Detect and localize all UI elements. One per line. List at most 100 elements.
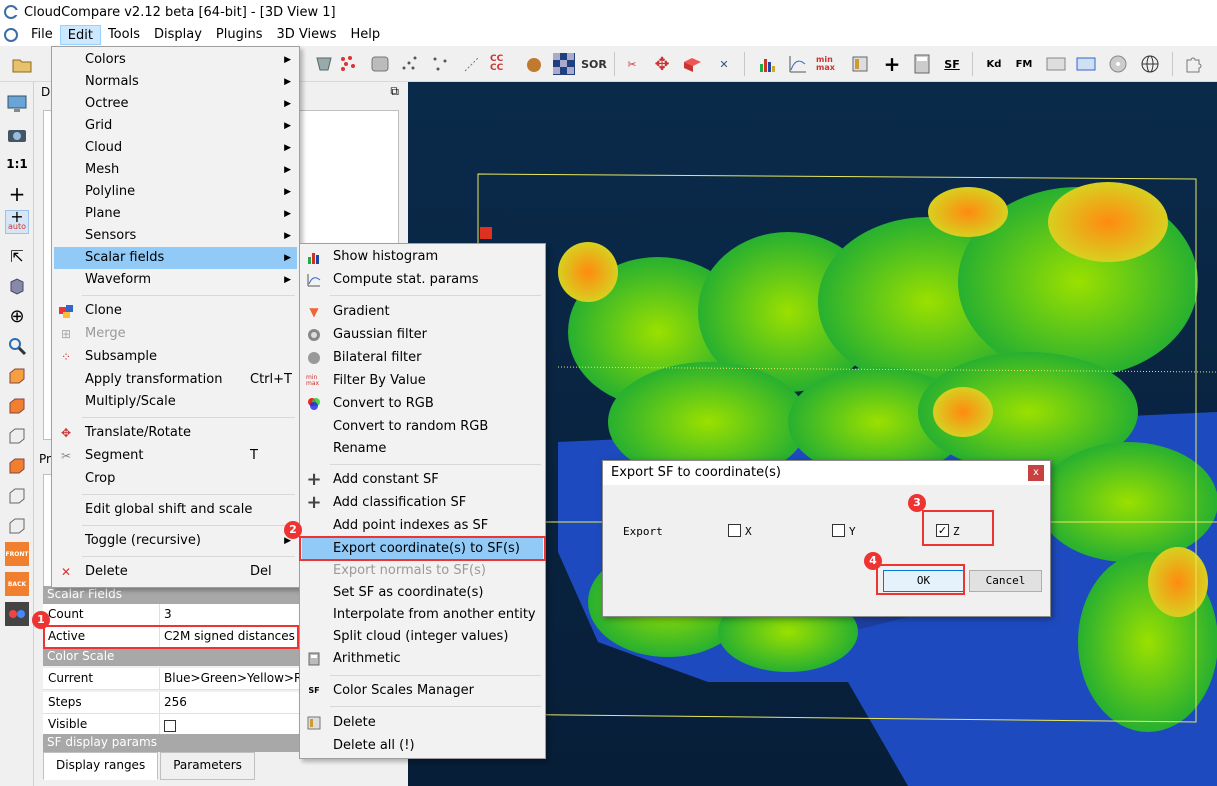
perspective-icon[interactable] [5, 274, 29, 298]
menu-item-export-normals-to-sf[interactable]: Export normals to SF(s) [302, 560, 543, 582]
steps-spinbox[interactable]: 256 [160, 692, 300, 713]
menu-item-sf-delete-all[interactable]: Delete all (!) [302, 735, 543, 757]
menu-item-compute-stat-params[interactable]: Compute stat. params [302, 269, 543, 291]
fruit-icon[interactable] [522, 52, 546, 76]
menu-item-split-cloud[interactable]: Split cloud (integer values) [302, 626, 543, 648]
noise-filter-icon[interactable] [428, 52, 452, 76]
point-cloud-icon[interactable] [398, 52, 422, 76]
tab-parameters[interactable]: Parameters [160, 752, 255, 780]
menu-item-interpolate[interactable]: Interpolate from another entity [302, 604, 543, 626]
tab-display-ranges[interactable]: Display ranges [43, 752, 159, 780]
menu-edit[interactable]: Edit [59, 25, 101, 45]
view-iso1-icon[interactable] [5, 364, 29, 388]
calculator-icon[interactable] [910, 52, 934, 76]
menu-help[interactable]: Help [344, 25, 388, 45]
menu-display[interactable]: Display [147, 25, 209, 45]
zoom-icon[interactable] [5, 334, 29, 358]
undock-icon[interactable]: ⧉ [390, 84, 399, 99]
menu-item-normals[interactable]: Normals ▶ [54, 71, 297, 93]
menu-item-multiply-scale[interactable]: Multiply/Scale [54, 391, 297, 413]
menu-item-segment[interactable]: ✂ Segment T [54, 445, 297, 467]
translate-icon[interactable]: ✥ [650, 52, 674, 76]
menu-item-add-classification-sf[interactable]: + Add classification SF [302, 492, 543, 514]
view-left-icon[interactable] [5, 454, 29, 478]
csv-icon[interactable] [1074, 52, 1098, 76]
menu-item-waveform[interactable]: Waveform ▶ [54, 269, 297, 291]
menu-item-gradient[interactable]: ▼ Gradient [302, 301, 543, 323]
menu-plugins[interactable]: Plugins [209, 25, 270, 45]
pivot-icon[interactable]: + [5, 182, 29, 206]
view-iso2-icon[interactable] [5, 394, 29, 418]
menu-item-plane[interactable]: Plane ▶ [54, 203, 297, 225]
menu-item-show-histogram[interactable]: Show histogram [302, 246, 543, 268]
stat-params-icon[interactable] [786, 52, 810, 76]
menu-item-colors[interactable]: Colors ▶ [54, 49, 297, 71]
sf-arithmetic-icon[interactable] [848, 52, 872, 76]
subsample-icon[interactable] [336, 52, 360, 76]
disc-icon[interactable] [1106, 52, 1130, 76]
menu-item-delete[interactable]: ✕ Delete Del [54, 561, 297, 583]
menu-item-crop[interactable]: Crop [54, 468, 297, 490]
normals-icon[interactable] [312, 52, 336, 76]
view-back-button[interactable]: BACK [5, 572, 29, 596]
view-bottom-icon[interactable] [5, 514, 29, 538]
menu-item-apply-transformation[interactable]: Apply transformation Ctrl+T [54, 369, 297, 391]
histogram-icon[interactable] [756, 52, 780, 76]
rotation-axis-icon[interactable]: ⇱ [5, 244, 29, 268]
menu-item-gaussian-filter[interactable]: Gaussian filter [302, 324, 543, 346]
menu-item-set-sf-as-coordinates[interactable]: Set SF as coordinate(s) [302, 582, 543, 604]
kdtree-icon[interactable]: Kd [982, 52, 1006, 76]
sor-filter-icon[interactable]: SOR [581, 52, 607, 76]
menu-item-polyline[interactable]: Polyline ▶ [54, 181, 297, 203]
sample-points-icon[interactable] [368, 52, 392, 76]
camera-icon[interactable] [5, 122, 29, 146]
plugin-puzzle-icon[interactable] [1182, 52, 1206, 76]
stereo-icon[interactable] [5, 602, 29, 626]
view-front-button[interactable]: FRONT [5, 542, 29, 566]
cancel-button[interactable]: Cancel [969, 570, 1042, 592]
menu-item-merge[interactable]: ⊞ Merge [54, 323, 297, 345]
menu-file[interactable]: File [24, 25, 60, 45]
connected-components-icon[interactable] [460, 52, 484, 76]
menu-item-color-scales-manager[interactable]: SF Color Scales Manager [302, 680, 543, 702]
color-scale-select[interactable]: Blue>Green>Yellow>Re [160, 668, 300, 689]
menu-item-filter-by-value[interactable]: min max Filter By Value [302, 370, 543, 392]
menu-item-rename[interactable]: Rename [302, 438, 543, 460]
display-icon[interactable] [5, 92, 29, 116]
zoom-1-1-button[interactable]: 1:1 [5, 152, 29, 176]
menu-item-cloud[interactable]: Cloud ▶ [54, 137, 297, 159]
menu-item-convert-to-random-rgb[interactable]: Convert to random RGB [302, 416, 543, 438]
menu-item-sf-delete[interactable]: Delete [302, 712, 543, 734]
clipping-box-icon[interactable] [680, 52, 704, 76]
auto-pivot-button[interactable]: + auto [5, 209, 29, 234]
export-icon[interactable] [1044, 52, 1068, 76]
menu-item-octree[interactable]: Octree ▶ [54, 93, 297, 115]
menu-item-subsample[interactable]: ⁘ Subsample [54, 346, 297, 368]
menu-item-toggle-recursive[interactable]: Toggle (recursive) ▶ [54, 530, 297, 552]
dialog-close-button[interactable]: x [1028, 465, 1044, 481]
filter-by-value-icon[interactable]: min max [816, 52, 840, 76]
menu-item-arithmetic[interactable]: Arithmetic [302, 648, 543, 670]
checkerboard-icon[interactable] [552, 52, 576, 76]
add-icon[interactable]: + [880, 52, 904, 76]
menu-item-grid[interactable]: Grid ▶ [54, 115, 297, 137]
scissors-icon[interactable]: ✂ [620, 52, 644, 76]
x-checkbox[interactable] [728, 524, 741, 537]
menu-tools[interactable]: Tools [101, 25, 147, 45]
menu-item-mesh[interactable]: Mesh ▶ [54, 159, 297, 181]
menu-item-sensors[interactable]: Sensors ▶ [54, 225, 297, 247]
menu-item-translate-rotate[interactable]: ✥ Translate/Rotate [54, 422, 297, 444]
menu-item-add-point-indexes[interactable]: Add point indexes as SF [302, 515, 543, 537]
color-compare-icon[interactable]: CC CC [490, 52, 514, 76]
menu-item-clone[interactable]: Clone [54, 300, 297, 322]
fast-marching-icon[interactable]: FM [1012, 52, 1036, 76]
sf-manager-icon[interactable]: SF [940, 52, 964, 76]
menu-item-scalar-fields[interactable]: Scalar fields ▶ [54, 247, 297, 269]
menu-item-convert-to-rgb[interactable]: Convert to RGB [302, 393, 543, 415]
menu-item-add-constant-sf[interactable]: + Add constant SF [302, 469, 543, 491]
globe-icon[interactable] [1138, 52, 1162, 76]
picking-icon[interactable]: ✕ [712, 52, 736, 76]
menu-item-edit-global-shift[interactable]: Edit global shift and scale [54, 499, 297, 521]
menu-3d-views[interactable]: 3D Views [269, 25, 343, 45]
y-checkbox[interactable] [832, 524, 845, 537]
